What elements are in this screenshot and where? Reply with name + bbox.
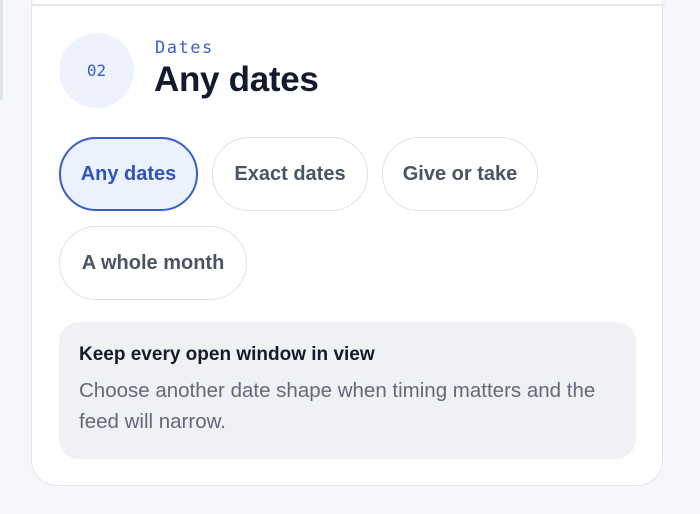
step-number: 02 (86, 61, 107, 80)
card-top-divider (31, 4, 665, 6)
option-exact-dates[interactable]: Exact dates (212, 137, 368, 211)
note-body: Choose another date shape when timing ma… (79, 379, 596, 433)
info-note: Keep every open window in view Choose an… (59, 322, 636, 459)
option-label: Give or take (402, 162, 518, 185)
option-label: Exact dates (234, 162, 346, 185)
option-whole-month[interactable]: A whole month (59, 226, 247, 300)
step-number-badge: 02 (59, 33, 134, 108)
option-label: A whole month (81, 251, 225, 274)
left-edge-divider (0, 0, 3, 100)
step-eyebrow: Dates (155, 38, 214, 58)
step-title: Any dates (154, 60, 319, 99)
option-give-or-take[interactable]: Give or take (382, 137, 538, 211)
option-label: Any dates (80, 162, 177, 185)
option-any-dates[interactable]: Any dates (59, 137, 198, 211)
note-title: Keep every open window in view (79, 344, 375, 365)
